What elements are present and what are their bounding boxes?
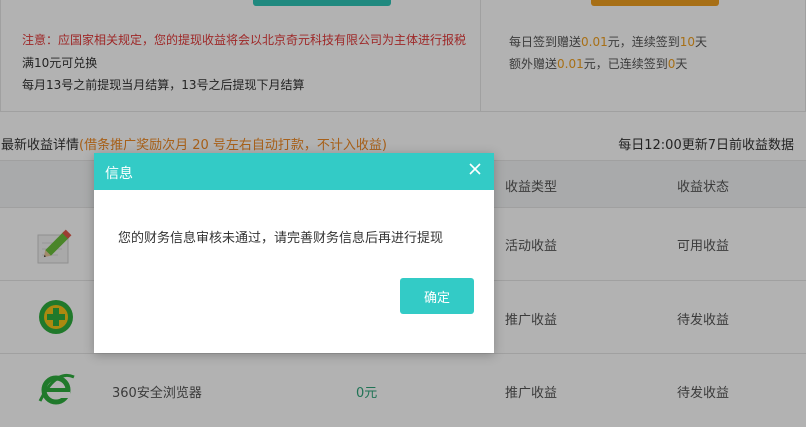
close-icon[interactable] (468, 162, 482, 176)
dialog-message: 您的财务信息审核未通过，请完善财务信息后再进行提现 (118, 231, 444, 246)
confirm-button[interactable]: 确定 (400, 278, 474, 314)
dialog-title: 信息 (105, 166, 133, 182)
info-dialog: 信息 您的财务信息审核未通过，请完善财务信息后再进行提现 确定 (94, 153, 494, 353)
dialog-header: 信息 (94, 153, 494, 190)
